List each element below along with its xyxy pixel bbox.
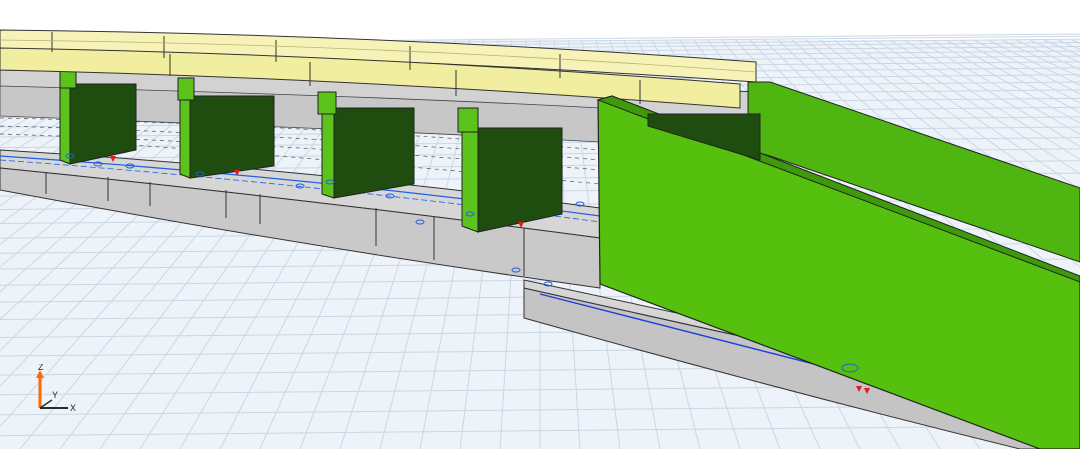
y-axis-label: Y: [52, 390, 58, 400]
z-axis-label: Z: [38, 364, 44, 372]
axis-triad: Z Y X: [36, 364, 76, 413]
y-axis: [39, 399, 53, 409]
3d-model-viewport[interactable]: Z Y X: [0, 0, 1080, 449]
x-axis-label: X: [70, 403, 76, 413]
pier-column[interactable]: [317, 91, 415, 199]
bridge-3d-scene[interactable]: [0, 0, 1080, 449]
